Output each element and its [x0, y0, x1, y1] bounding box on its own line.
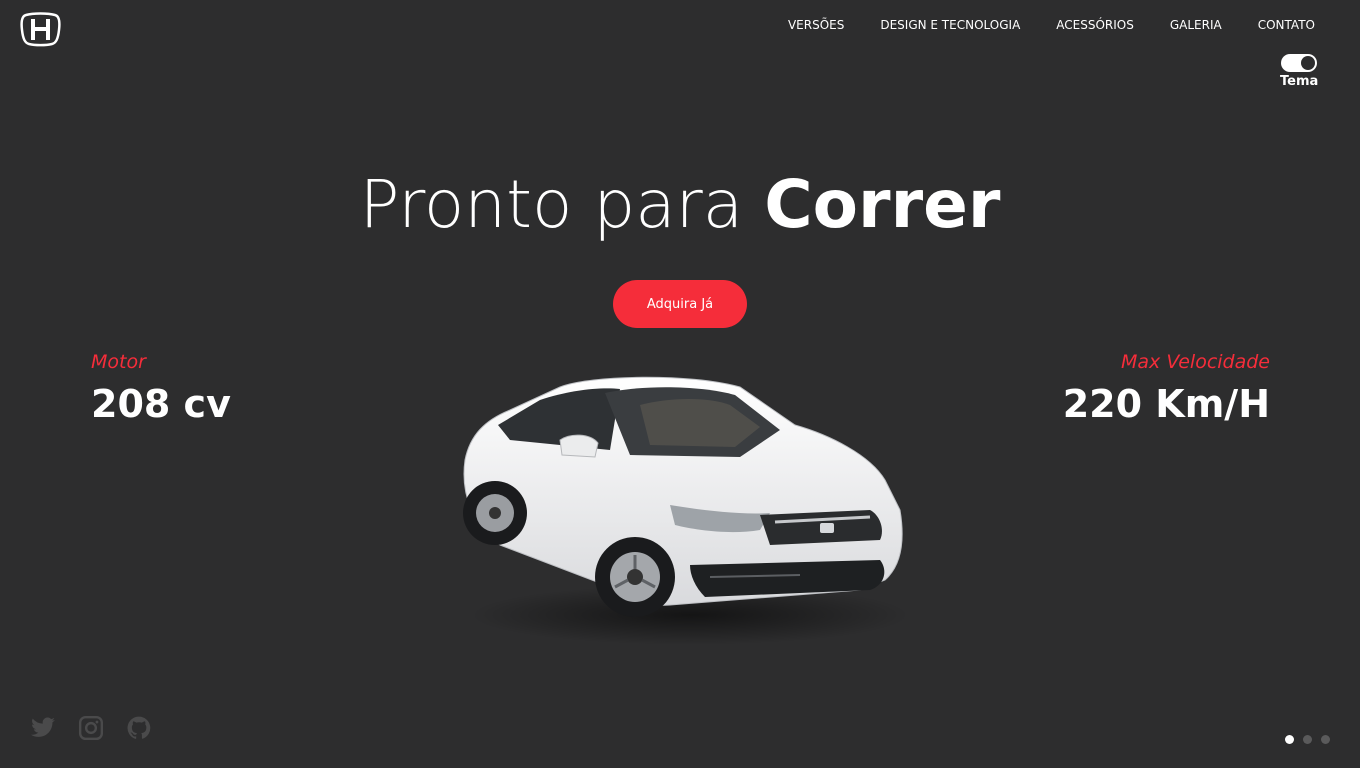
- stat-max-speed-label: Max Velocidade: [1121, 351, 1270, 373]
- twitter-icon[interactable]: [30, 715, 56, 741]
- carousel-dot-2[interactable]: [1303, 735, 1312, 744]
- theme-switcher: Tema: [1280, 54, 1318, 89]
- carousel-dots: [1285, 735, 1330, 744]
- toggle-knob: [1301, 56, 1315, 70]
- hero-title-light: Pronto para: [359, 166, 765, 243]
- stat-max-speed: Max Velocidade 220 Km/H: [1063, 350, 1270, 434]
- main-nav: VERSÕES DESIGN E TECNOLOGIA ACESSÓRIOS G…: [788, 18, 1315, 32]
- page: VERSÕES DESIGN E TECNOLOGIA ACESSÓRIOS G…: [0, 0, 1360, 768]
- stat-engine: Motor 208 cv: [91, 350, 231, 434]
- carousel-dot-3[interactable]: [1321, 735, 1330, 744]
- nav-link-versoes[interactable]: VERSÕES: [788, 18, 844, 32]
- honda-logo-icon[interactable]: [20, 12, 61, 47]
- stat-max-speed-value: 220 Km/H: [1062, 382, 1270, 426]
- instagram-icon[interactable]: [78, 715, 104, 741]
- hero-title-bold: Correr: [764, 166, 1001, 243]
- hero-title: Pronto para Correr: [0, 160, 1360, 250]
- nav-link-contato[interactable]: CONTATO: [1258, 18, 1315, 32]
- nav-link-galeria[interactable]: GALERIA: [1170, 18, 1222, 32]
- stat-engine-label: Motor: [91, 351, 146, 373]
- nav-link-acessorios[interactable]: ACESSÓRIOS: [1056, 18, 1134, 32]
- white-sedan-car: [463, 376, 910, 645]
- stat-engine-value: 208 cv: [91, 382, 231, 426]
- nav-link-design-tecnologia[interactable]: DESIGN E TECNOLOGIA: [880, 18, 1020, 32]
- theme-toggle[interactable]: [1281, 54, 1317, 72]
- github-icon[interactable]: [126, 715, 152, 741]
- carousel-dot-1[interactable]: [1285, 735, 1294, 744]
- social-links: [30, 715, 152, 741]
- buy-now-button[interactable]: Adquira Já: [613, 280, 747, 328]
- theme-label: Tema: [1280, 74, 1319, 89]
